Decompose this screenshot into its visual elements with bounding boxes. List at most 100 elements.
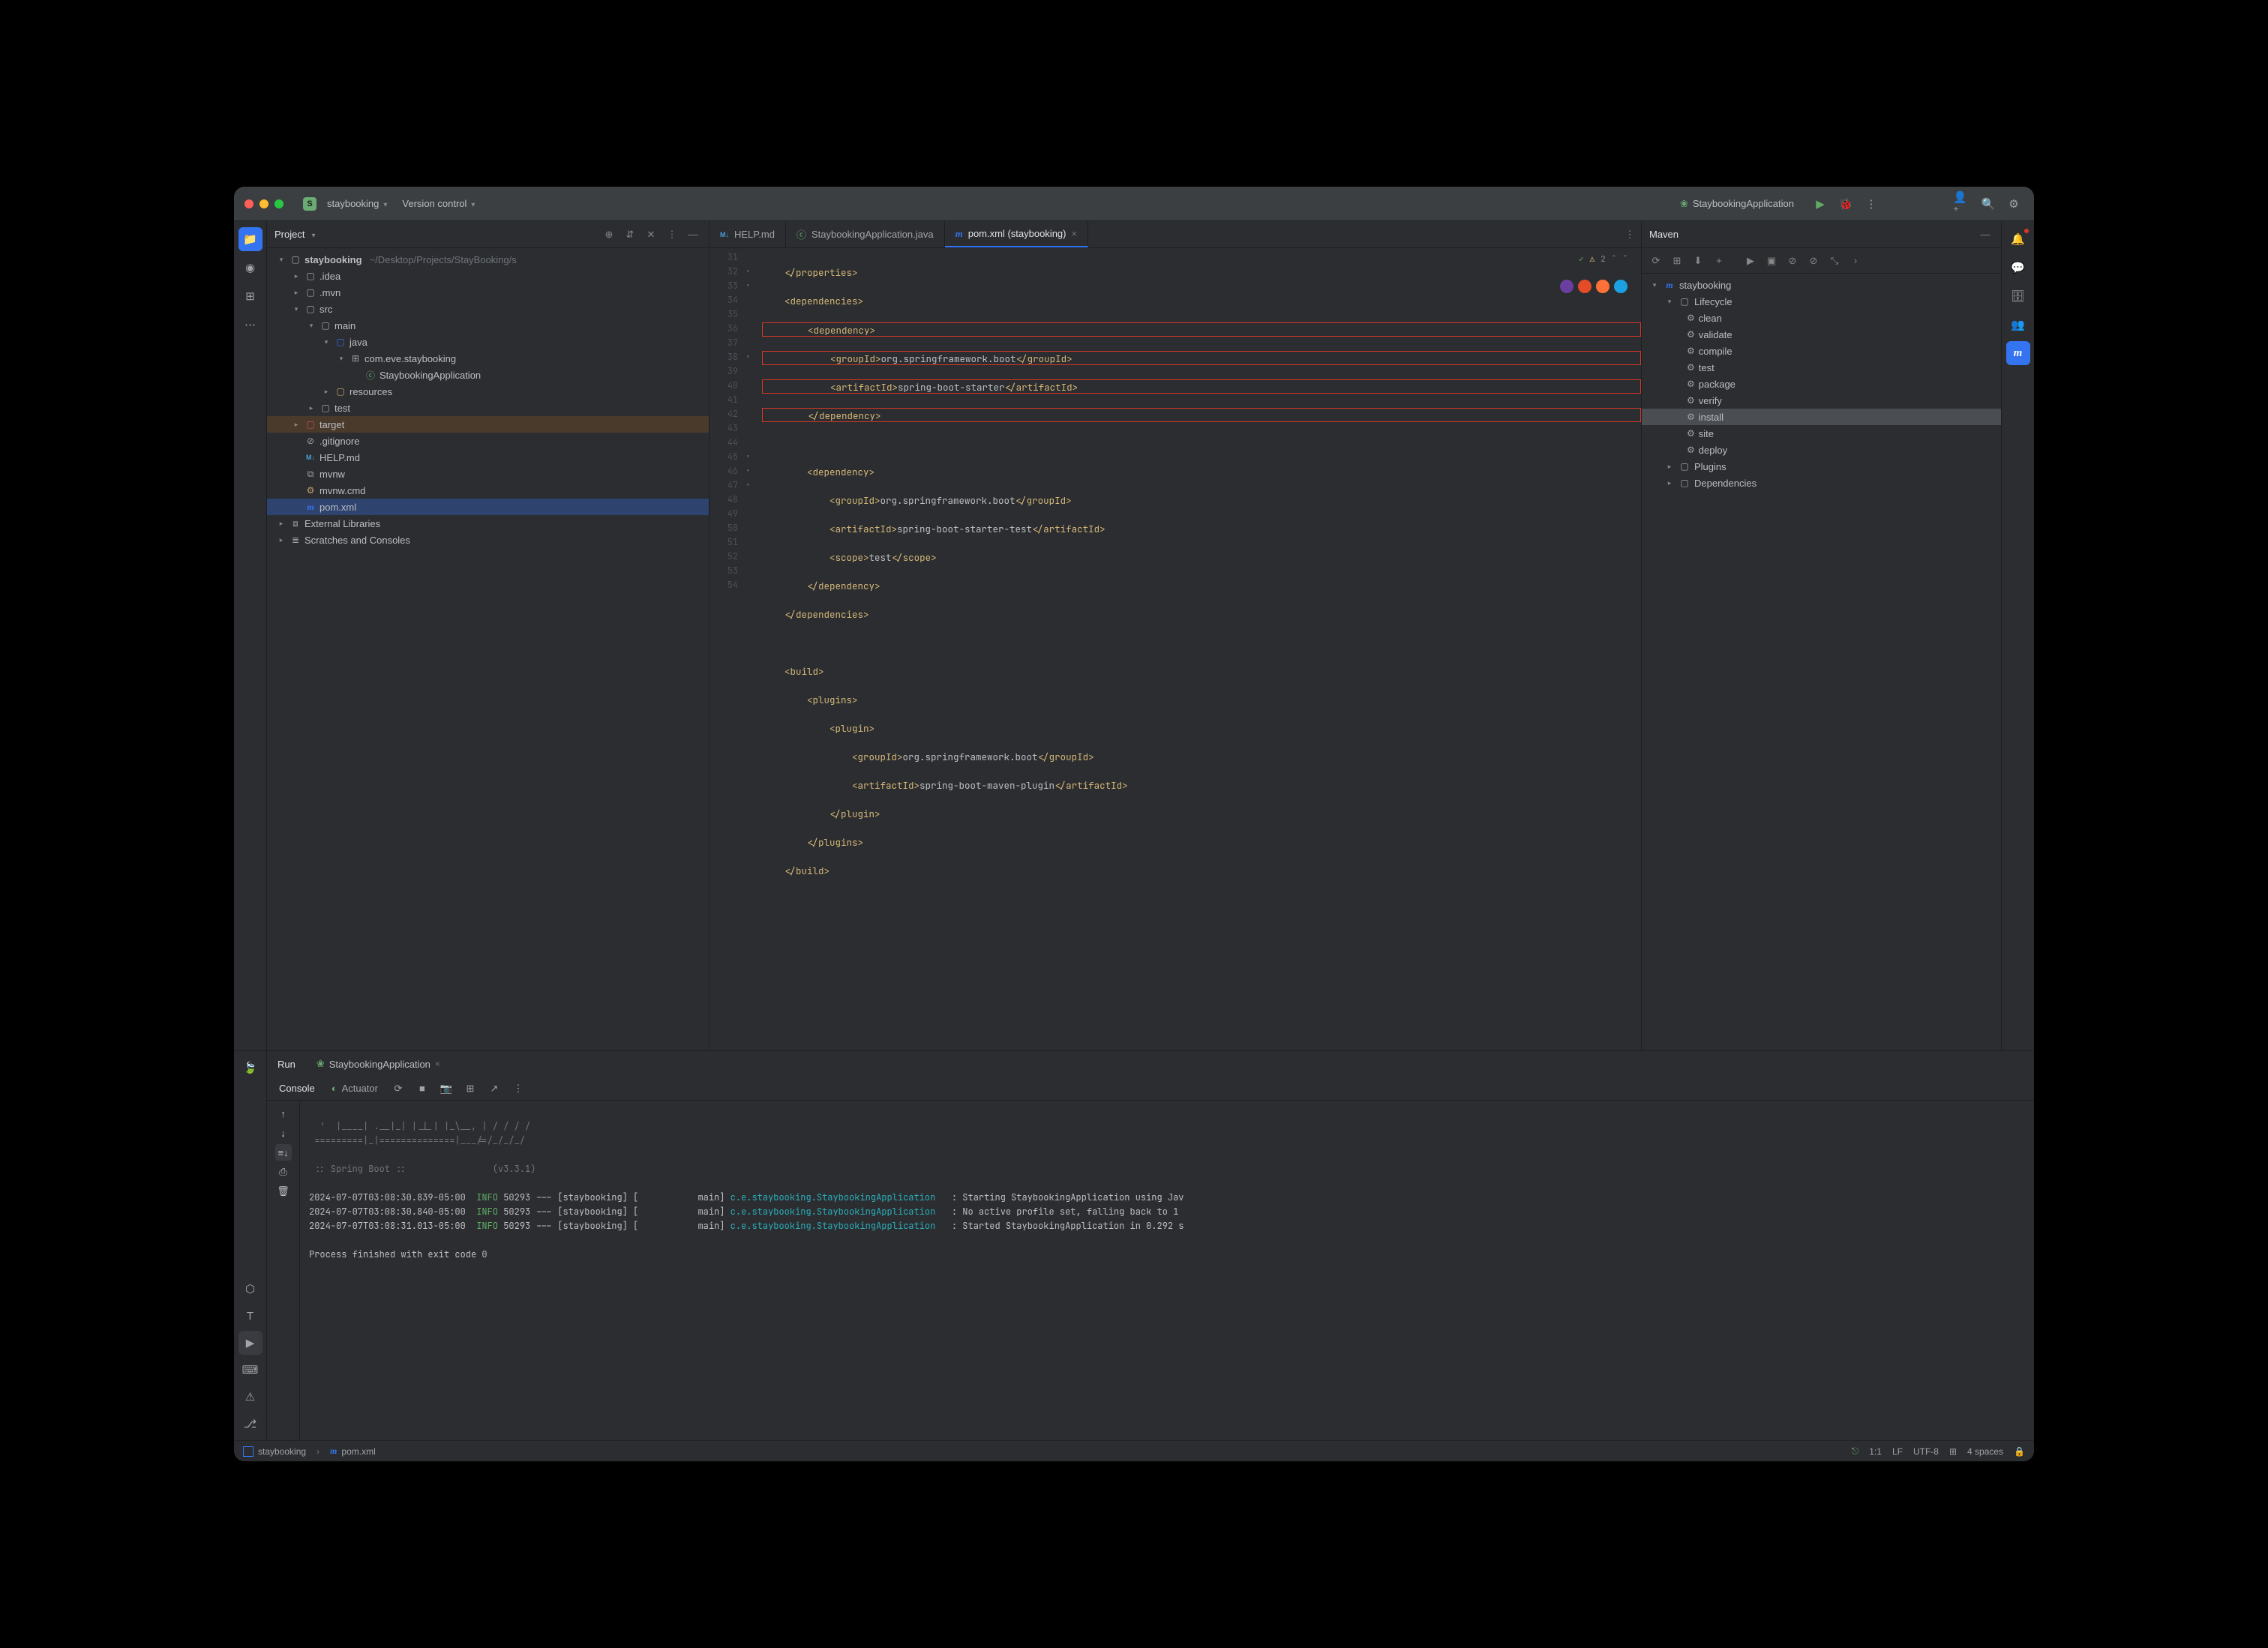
- project-view-selector[interactable]: [309, 229, 315, 240]
- toggle-skip-tests-button[interactable]: ⊘: [1805, 253, 1822, 269]
- tree-root[interactable]: ▾▢ staybooking ~/Desktop/Projects/StayBo…: [267, 251, 709, 268]
- maven-tree[interactable]: ▾mstaybooking ▾▢Lifecycle ⚙clean ⚙valida…: [1642, 274, 2001, 1050]
- export-button[interactable]: ↗: [486, 1080, 502, 1097]
- run-tool-button-active[interactable]: ▶: [238, 1331, 262, 1355]
- run-config-tab[interactable]: ❀ StaybookingApplication ×: [309, 1055, 448, 1073]
- breadcrumb-file[interactable]: m pom.xml: [330, 1446, 376, 1457]
- fold-button[interactable]: ▾: [746, 452, 750, 461]
- project-tree[interactable]: ▾▢ staybooking ~/Desktop/Projects/StayBo…: [267, 248, 709, 1050]
- tab-help-md[interactable]: M↓ HELP.md: [710, 221, 786, 247]
- attach-debugger-button[interactable]: 📷: [438, 1080, 454, 1097]
- indent-indicator[interactable]: 4 spaces: [1967, 1446, 2003, 1457]
- maximize-window-button[interactable]: [274, 199, 284, 208]
- collapse-all-maven-button[interactable]: ⤡: [1826, 253, 1843, 269]
- commit-tool-button[interactable]: ◉: [238, 256, 262, 280]
- console-output[interactable]: ' |____| .__|_| |_|_| |_\__, | / / / / =…: [300, 1101, 2034, 1440]
- actuator-tab[interactable]: ◐ Actuator: [327, 1080, 382, 1097]
- tree-item-main[interactable]: ▾▢main: [267, 317, 709, 334]
- tree-item-mvnw[interactable]: ⧉mvnw: [267, 466, 709, 482]
- generate-sources-button[interactable]: ⊞: [1669, 253, 1685, 269]
- tab-app-java[interactable]: ⓒ StaybookingApplication.java: [786, 221, 945, 247]
- clear-all-button[interactable]: 🗑: [275, 1183, 292, 1200]
- power-save-icon[interactable]: ⎋: [1852, 1446, 1859, 1457]
- layout-button[interactable]: ⊞: [462, 1080, 478, 1097]
- scroll-up-button[interactable]: ↑: [275, 1105, 292, 1122]
- safari-icon[interactable]: [1614, 280, 1628, 293]
- prev-highlight-button[interactable]: ˆ: [1612, 253, 1617, 267]
- maven-tool-button[interactable]: m: [2006, 341, 2030, 365]
- lock-icon[interactable]: 🔒: [2014, 1446, 2025, 1457]
- chrome-icon[interactable]: [1578, 280, 1592, 293]
- maven-goal-deploy[interactable]: ⚙deploy: [1642, 442, 2001, 458]
- fold-button[interactable]: ▾: [746, 267, 750, 276]
- notifications-button[interactable]: 🔔: [2006, 227, 2030, 251]
- git-tool-button[interactable]: ⬡: [238, 1277, 262, 1301]
- tree-item-app-class[interactable]: ⓒStaybookingApplication: [267, 367, 709, 383]
- tree-item-mvnw-cmd[interactable]: ⚙mvnw.cmd: [267, 482, 709, 499]
- maven-goal-site[interactable]: ⚙site: [1642, 425, 2001, 442]
- tree-item-resources[interactable]: ▸▢resources: [267, 383, 709, 400]
- maven-goal-package[interactable]: ⚙package: [1642, 376, 2001, 392]
- line-column-indicator[interactable]: 1:1: [1869, 1446, 1882, 1457]
- maven-goal-verify[interactable]: ⚙verify: [1642, 392, 2001, 409]
- project-selector[interactable]: staybooking: [322, 195, 392, 212]
- maven-goal-test[interactable]: ⚙test: [1642, 359, 2001, 376]
- project-tool-button[interactable]: 📁: [238, 227, 262, 251]
- close-run-tab-button[interactable]: ×: [435, 1059, 440, 1069]
- tree-item-help-md[interactable]: M↓HELP.md: [267, 449, 709, 466]
- problems-tool-button[interactable]: ⚠: [238, 1385, 262, 1409]
- fold-button[interactable]: ▾: [746, 281, 750, 290]
- intellij-icon[interactable]: [1560, 280, 1574, 293]
- tabs-menu-button[interactable]: ⋮: [1618, 221, 1641, 247]
- add-project-button[interactable]: +: [1711, 253, 1727, 269]
- soft-wrap-button[interactable]: ≡↓: [275, 1144, 292, 1161]
- fold-button[interactable]: ▾: [746, 466, 750, 475]
- tree-item-target[interactable]: ▸▢target: [267, 416, 709, 433]
- tab-pom-xml[interactable]: m pom.xml (staybooking) ×: [945, 221, 1089, 247]
- show-settings-button[interactable]: ›: [1847, 253, 1864, 269]
- tree-item-idea[interactable]: ▸▢.idea: [267, 268, 709, 284]
- download-sources-button[interactable]: ⬇: [1690, 253, 1706, 269]
- tree-item-pom[interactable]: mpom.xml: [267, 499, 709, 515]
- maven-goal-clean[interactable]: ⚙clean: [1642, 310, 2001, 326]
- database-tool-button[interactable]: 🗄: [2006, 284, 2030, 308]
- debug-button[interactable]: 🐞: [1836, 194, 1856, 214]
- reload-button[interactable]: ⟳: [1648, 253, 1664, 269]
- tree-item-mvn[interactable]: ▸▢.mvn: [267, 284, 709, 301]
- tree-item-package[interactable]: ▾⊞com.eve.staybooking: [267, 350, 709, 367]
- readonly-indicator[interactable]: ⊞: [1949, 1446, 1957, 1457]
- collapse-all-button[interactable]: ✕: [643, 226, 659, 243]
- expand-all-button[interactable]: ⇵: [622, 226, 638, 243]
- vcs-tool-button[interactable]: ⎇: [238, 1412, 262, 1436]
- locate-file-button[interactable]: ⊕: [601, 226, 617, 243]
- code-editor[interactable]: </properties> <dependencies> <dependency…: [754, 248, 1641, 1050]
- maven-plugins-node[interactable]: ▸▢Plugins: [1642, 458, 2001, 475]
- tree-item-test[interactable]: ▸▢test: [267, 400, 709, 416]
- maven-goal-compile[interactable]: ⚙compile: [1642, 343, 2001, 359]
- panel-options-button[interactable]: ⋮: [664, 226, 680, 243]
- line-separator-indicator[interactable]: LF: [1892, 1446, 1903, 1457]
- rerun-button[interactable]: ⟳: [390, 1080, 406, 1097]
- run-options-button[interactable]: ⋮: [510, 1080, 526, 1097]
- scroll-down-button[interactable]: ↓: [275, 1125, 292, 1141]
- ai-assistant-button[interactable]: 💬: [2006, 256, 2030, 280]
- code-with-me-icon[interactable]: 👤⁺: [1953, 194, 1972, 214]
- hide-panel-button[interactable]: —: [685, 226, 701, 243]
- run-configuration-selector[interactable]: ❀ StaybookingApplication: [1674, 196, 1804, 212]
- print-button[interactable]: ⎙: [275, 1164, 292, 1180]
- tree-item-scratches[interactable]: ▸≣Scratches and Consoles: [267, 532, 709, 548]
- run-button[interactable]: ▶: [1810, 194, 1830, 214]
- encoding-indicator[interactable]: UTF-8: [1913, 1446, 1939, 1457]
- tree-item-src[interactable]: ▾▢src: [267, 301, 709, 317]
- more-actions-button[interactable]: ⋮: [1862, 194, 1881, 214]
- hide-maven-panel-button[interactable]: —: [1977, 226, 1994, 243]
- next-highlight-button[interactable]: ˇ: [1622, 253, 1628, 267]
- maven-goal-validate[interactable]: ⚙validate: [1642, 326, 2001, 343]
- fold-button[interactable]: ▾: [746, 481, 750, 490]
- structure-tool-button[interactable]: ⊞: [238, 284, 262, 308]
- console-tab[interactable]: Console: [274, 1080, 320, 1097]
- todo-tool-button[interactable]: T: [238, 1304, 262, 1328]
- execute-goal-button[interactable]: ▣: [1763, 253, 1780, 269]
- toggle-offline-button[interactable]: ⊘: [1784, 253, 1801, 269]
- firefox-icon[interactable]: [1596, 280, 1610, 293]
